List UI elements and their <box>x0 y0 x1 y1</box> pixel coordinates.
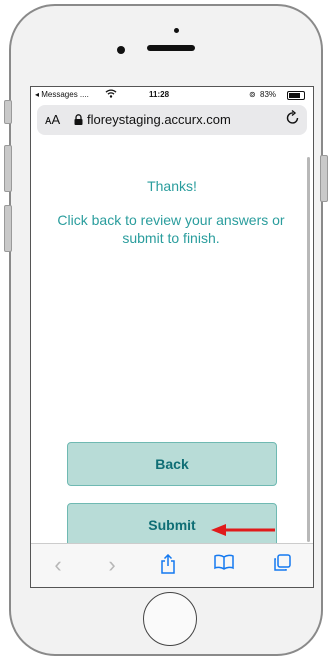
volume-up-button <box>4 145 12 192</box>
share-icon[interactable] <box>157 553 179 576</box>
browser-toolbar: ‹ › <box>31 543 313 587</box>
reader-text-size-button[interactable]: ᴀA <box>45 112 60 127</box>
wifi-icon <box>105 89 117 100</box>
home-button[interactable] <box>143 592 197 646</box>
reload-icon[interactable] <box>286 109 300 128</box>
page-scrollbar[interactable] <box>307 157 310 542</box>
status-time: 11:28 <box>149 90 170 99</box>
status-carrier: ◂ Messages .... <box>35 90 89 99</box>
lock-icon <box>74 113 83 128</box>
alarm-icon: ⊚ <box>249 90 256 99</box>
status-bar: ◂ Messages .... 11:28 ⊚ 83% <box>31 87 313 103</box>
page-title: Thanks! <box>147 178 197 194</box>
power-button <box>320 155 328 202</box>
chevron-left-icon[interactable]: ‹ <box>47 554 69 576</box>
front-camera <box>117 46 125 54</box>
phone-screen: ◂ Messages .... 11:28 ⊚ 83% ᴀA floreysta… <box>30 86 314 588</box>
book-icon[interactable] <box>213 554 235 576</box>
instruction-text: Click back to review your answers or sub… <box>57 212 285 246</box>
volume-down-button <box>4 205 12 252</box>
annotation-arrow <box>211 524 275 536</box>
earpiece-speaker <box>147 45 195 51</box>
chevron-right-icon[interactable]: › <box>101 554 123 576</box>
mute-switch <box>4 100 12 124</box>
url-text[interactable]: floreystaging.accurx.com <box>87 112 231 127</box>
address-bar[interactable]: ᴀA floreystaging.accurx.com <box>37 105 307 135</box>
tabs-icon[interactable] <box>271 554 293 576</box>
status-battery-percent: 83% <box>260 90 277 99</box>
battery-icon <box>287 91 305 100</box>
proximity-sensor <box>174 28 179 33</box>
back-button[interactable]: Back <box>67 442 277 486</box>
